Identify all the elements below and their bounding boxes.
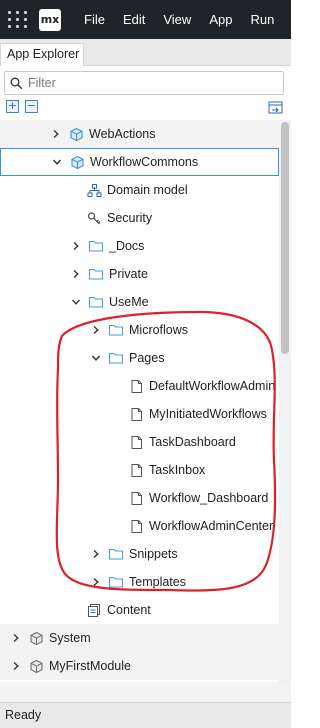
module-icon	[68, 126, 84, 142]
tab-app-explorer[interactable]: App Explorer	[0, 43, 84, 66]
filter-input[interactable]	[28, 76, 268, 90]
chevron-right-icon[interactable]	[90, 324, 102, 336]
folder-icon	[108, 546, 124, 562]
chevron-right-icon[interactable]	[70, 268, 82, 280]
folder-icon	[88, 266, 104, 282]
page-icon	[128, 490, 144, 506]
tree-item-templates[interactable]: Templates	[0, 568, 279, 596]
menu-file[interactable]: File	[75, 0, 114, 39]
tree-item-label: MyFirstModule	[49, 659, 131, 673]
tree-item-label: Content	[107, 603, 151, 617]
tree-item-label: WorkflowCommons	[90, 155, 199, 169]
tree-item-label: Private	[109, 267, 148, 281]
tree-item-label: Snippets	[129, 547, 178, 561]
folder-icon	[88, 294, 104, 310]
chevron-down-icon[interactable]	[90, 352, 102, 364]
tree-item-label: Pages	[129, 351, 165, 365]
tree-item-label: DefaultWorkflowAdmin	[149, 379, 276, 393]
collapse-all-icon[interactable]: −	[25, 100, 38, 113]
tree-item-security[interactable]: Security	[0, 204, 279, 232]
tree-item-taskdashboard[interactable]: TaskDashboard	[0, 428, 279, 456]
page-icon	[128, 434, 144, 450]
tree-bottom-area	[0, 682, 291, 702]
page-icon	[128, 518, 144, 534]
tree-item-domain-model[interactable]: Domain model	[0, 176, 279, 204]
chevron-down-icon[interactable]	[51, 156, 63, 168]
tree-item-label: MyInitiatedWorkflows	[149, 407, 267, 421]
tree-item-workflowadmincenter[interactable]: WorkflowAdminCenter	[0, 512, 279, 540]
sync-selection-icon[interactable]	[268, 100, 283, 115]
tree-item-label: UseMe	[109, 295, 149, 309]
tree-item-myinitiatedworkflows[interactable]: MyInitiatedWorkflows	[0, 400, 279, 428]
module-gray-icon	[28, 630, 44, 646]
app-grid-icon[interactable]	[7, 9, 29, 31]
menu-view[interactable]: View	[154, 0, 200, 39]
tree-item-microflows[interactable]: Microflows	[0, 316, 279, 344]
tree-item-useme[interactable]: UseMe	[0, 288, 279, 316]
tree-item-taskinbox[interactable]: TaskInbox	[0, 456, 279, 484]
chevron-right-icon[interactable]	[10, 632, 22, 644]
tree-item-label: _Docs	[109, 239, 145, 253]
page-icon	[128, 462, 144, 478]
tree-item-label: TaskDashboard	[149, 435, 236, 449]
tree-item-label: Domain model	[107, 183, 188, 197]
chevron-down-icon[interactable]	[70, 296, 82, 308]
menu-app[interactable]: App	[200, 0, 241, 39]
domain-model-icon	[86, 182, 102, 198]
chevron-right-icon[interactable]	[90, 548, 102, 560]
menu-bar: mx File Edit View App Run	[0, 0, 291, 39]
folder-icon	[108, 322, 124, 338]
scrollbar-thumb[interactable]	[281, 122, 289, 354]
mendix-logo: mx	[39, 8, 61, 31]
folder-icon	[88, 238, 104, 254]
tree-item-myfirstmodule[interactable]: MyFirstModule	[0, 652, 279, 680]
tree-item-label: Microflows	[129, 323, 189, 337]
expand-all-icon[interactable]: +	[6, 100, 19, 113]
module-gray-icon	[28, 658, 44, 674]
tree-item-snippets[interactable]: Snippets	[0, 540, 279, 568]
security-key-icon	[86, 210, 102, 226]
search-icon	[10, 77, 23, 89]
status-bar: Ready	[0, 702, 291, 728]
menu-run[interactable]: Run	[241, 0, 283, 39]
chevron-right-icon[interactable]	[70, 240, 82, 252]
content-icon	[86, 602, 102, 618]
chevron-right-icon[interactable]	[50, 128, 62, 140]
tree-item-label: Templates	[129, 575, 186, 589]
tree-item-private[interactable]: Private	[0, 260, 279, 288]
tree-item-label: Workflow_Dashboard	[149, 491, 269, 505]
folder-icon	[108, 574, 124, 590]
tree-item-webactions[interactable]: WebActions	[0, 120, 279, 148]
chevron-right-icon[interactable]	[90, 576, 102, 588]
chevron-right-icon[interactable]	[10, 660, 22, 672]
tree-item-docs[interactable]: _Docs	[0, 232, 279, 260]
page-icon	[128, 378, 144, 394]
tree-item-label: WebActions	[89, 127, 156, 141]
page-icon	[128, 406, 144, 422]
folder-icon	[108, 350, 124, 366]
tree-item-content[interactable]: Content	[0, 596, 279, 624]
tree-item-label: System	[49, 631, 91, 645]
explorer-toolbar: + −	[0, 98, 291, 118]
menu-edit[interactable]: Edit	[114, 0, 154, 39]
tab-strip: App Explorer	[0, 39, 291, 66]
module-icon	[69, 154, 85, 170]
tree-item-label: TaskInbox	[149, 463, 206, 477]
tree-item-defaultworkflowadmin[interactable]: DefaultWorkflowAdmin	[0, 372, 279, 400]
tree-item-system[interactable]: System	[0, 624, 279, 652]
tree-item-label: WorkflowAdminCenter	[149, 519, 274, 533]
tree-item-workflow-dashboard[interactable]: Workflow_Dashboard	[0, 484, 279, 512]
status-text: Ready	[5, 708, 42, 722]
filter-box[interactable]	[4, 71, 284, 95]
tree-item-workflowcommons[interactable]: WorkflowCommons	[0, 148, 279, 176]
tree-item-label: Security	[107, 211, 153, 225]
tree-item-pages[interactable]: Pages	[0, 344, 279, 372]
